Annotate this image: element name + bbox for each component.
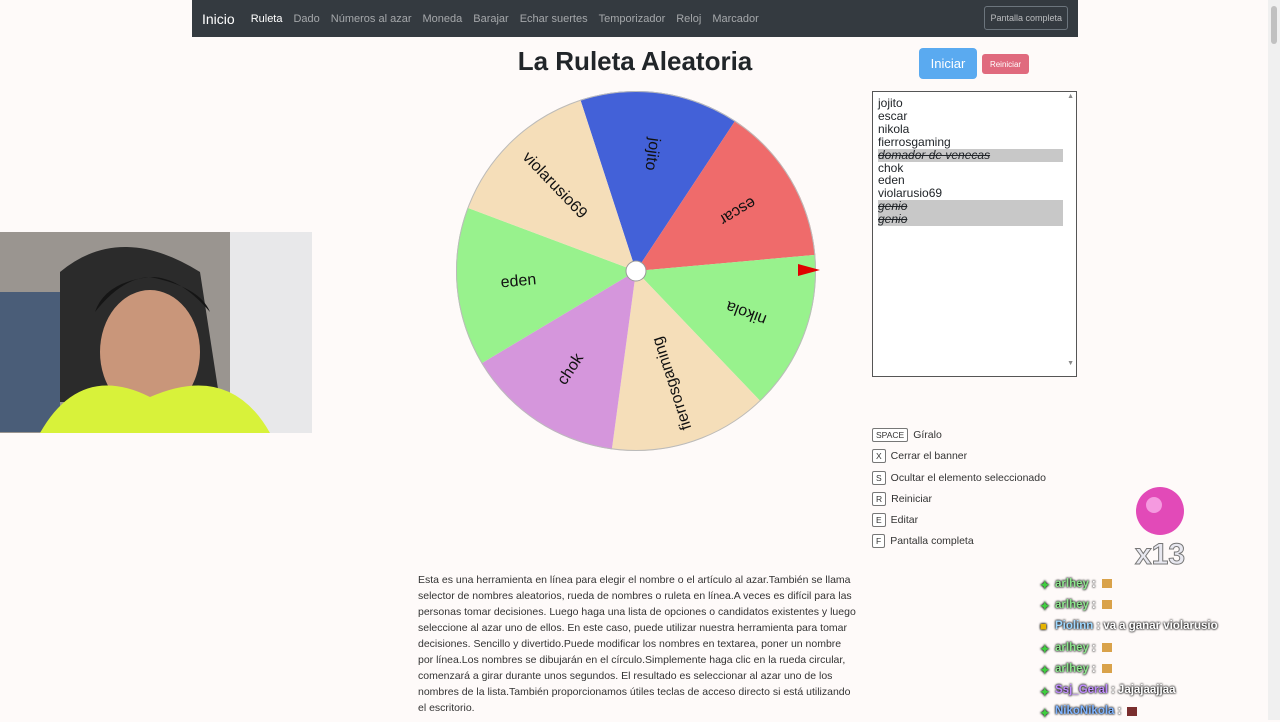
chat-message: ✦ arlhey: [1040, 573, 1218, 594]
nav-item-reloj[interactable]: Reloj [676, 13, 701, 25]
shortcut-key: R [872, 491, 887, 506]
chat-username: arlhey [1055, 641, 1089, 654]
shortcut-item: S Ocultar el elemento seleccionado [872, 470, 1046, 486]
chat-message: ■ Piolinn: va a ganar violarusio [1040, 616, 1218, 637]
keyboard-shortcuts-list: SPACE Gíralo X Cerrar el banner S Ocultar e… [872, 427, 1046, 555]
roulette-wheel[interactable]: jojitoescarnikolafierrosgamingchokedenvi… [456, 91, 820, 453]
chat-username: arlhey [1055, 577, 1089, 590]
chat-message: ✦ NikoNikola: [1040, 701, 1218, 722]
chat-separator: : [1091, 662, 1096, 675]
shortcut-key: S [872, 470, 886, 485]
sub-badge-icon: ✦ [1040, 580, 1050, 593]
sub-badge-icon: ✦ [1040, 644, 1050, 657]
shortcut-item: E Editar [872, 512, 1046, 528]
chat-username: arlhey [1055, 662, 1089, 675]
wheel-center-hub [625, 260, 647, 282]
chat-username: Piolinn [1055, 620, 1094, 633]
scroll-up-arrow-icon[interactable]: ▲ [1067, 93, 1074, 100]
chat-message: ✦ arlhey: [1040, 637, 1218, 658]
shortcut-label: Gíralo [913, 429, 942, 441]
shortcut-key: E [872, 513, 886, 528]
nav-brand-home[interactable]: Inicio [202, 11, 235, 27]
nav-item-ruleta[interactable]: Ruleta [251, 13, 283, 25]
shortcut-label: Ocultar el elemento seleccionado [890, 471, 1046, 484]
shortcut-label: Reiniciar [891, 492, 932, 505]
nav-item-barajar[interactable]: Barajar [473, 13, 508, 25]
page-title: La Ruleta Aleatoria [517, 46, 753, 76]
fullscreen-button[interactable]: Pantalla completa [984, 6, 1068, 30]
chat-text: va a ganar violarusio [1103, 620, 1218, 633]
description-text: Esta es una herramienta en línea para el… [418, 574, 856, 714]
shortcut-item: F Pantalla completa [872, 533, 1046, 549]
name-list-item: escar [878, 108, 908, 123]
nav-item-moneda[interactable]: Moneda [422, 13, 462, 25]
page-scrollbar[interactable] [1268, 0, 1280, 720]
wheel-segment-label: eden [500, 271, 537, 291]
shortcut-key: F [872, 534, 886, 549]
name-list-item: nikola [878, 121, 910, 136]
emote-icon [1101, 664, 1112, 674]
shortcut-label: Editar [890, 514, 919, 527]
chat-message: ✦ Ssj_Geral: Jajajaajjaa [1040, 679, 1218, 700]
webcam-overlay [0, 232, 312, 433]
shortcut-item: SPACE Gíralo [872, 427, 1046, 443]
chat-username: NikoNikola [1055, 705, 1115, 718]
chat-separator: : [1111, 684, 1115, 697]
reset-button[interactable]: Reiniciar [982, 54, 1029, 74]
name-list-item-hidden: genio [878, 213, 1063, 227]
badge-count-text: x13 [1135, 538, 1185, 571]
nav-item-echar-suertes[interactable]: Echar suertes [520, 13, 588, 25]
sub-badge-overlay: x13 [1134, 487, 1186, 572]
sub-badge-icon: ✦ [1040, 601, 1050, 614]
chat-message: ✦ arlhey: [1040, 594, 1218, 615]
sub-badge-icon: ■ [1040, 620, 1047, 633]
name-list-item: fierrosgaming [878, 134, 951, 149]
emote-icon [1101, 600, 1112, 610]
scroll-down-arrow-icon[interactable]: ▼ [1067, 360, 1074, 367]
chat-separator: : [1117, 705, 1122, 718]
nav-item-dado[interactable]: Dado [293, 13, 319, 25]
chat-separator: : [1096, 620, 1101, 633]
sub-badge-icon: ✦ [1040, 665, 1050, 678]
scrollbar-thumb[interactable] [1271, 6, 1277, 44]
chat-separator: : [1091, 577, 1096, 590]
chat-separator: : [1091, 598, 1096, 611]
top-navbar: Inicio Ruleta Dado Números al azar Moned… [192, 0, 1078, 37]
nav-item-marcador[interactable]: Marcador [712, 13, 758, 25]
shortcut-label: Cerrar el banner [890, 450, 968, 463]
stream-chat-overlay: ✦ arlhey: ✦ arlhey: ■ Piolinn: va a ganar vi… [1040, 573, 1218, 722]
chat-text: Jajajaajjaa [1117, 684, 1176, 697]
name-list-item: chok [878, 160, 904, 175]
chat-username: arlhey [1055, 598, 1089, 611]
emote-icon [1101, 579, 1112, 589]
chat-username: Ssj_Geral [1055, 684, 1109, 697]
nav-item-temporizador[interactable]: Temporizador [599, 13, 666, 25]
name-list-item: jojito [878, 96, 903, 110]
shortcut-label: Pantalla completa [890, 535, 974, 548]
shortcut-item: X Cerrar el banner [872, 448, 1046, 464]
names-textarea[interactable]: jojito escar nikola fierrosgaming domado… [872, 91, 1077, 377]
chat-message: ✦ arlhey: [1040, 658, 1218, 679]
chat-separator: : [1091, 641, 1096, 654]
emote-icon [1101, 643, 1112, 653]
nav-item-numeros-al-azar[interactable]: Números al azar [331, 13, 412, 25]
shortcut-key: X [872, 449, 886, 464]
start-spin-button[interactable]: Iniciar [919, 48, 977, 79]
sub-badge-icon: ✦ [1040, 686, 1050, 699]
sub-badge-icon: ✦ [1040, 707, 1050, 720]
shortcut-key: SPACE [872, 428, 909, 442]
name-list-item-hidden: domador de venecas [878, 148, 1063, 162]
shortcut-item: R Reiniciar [872, 491, 1046, 507]
emote-icon [1127, 706, 1138, 716]
